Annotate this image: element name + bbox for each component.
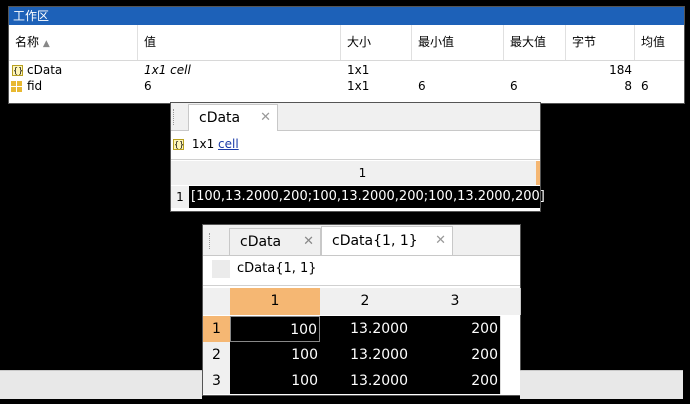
- column-header-bytes[interactable]: 字节: [566, 25, 635, 60]
- corner-header: [203, 288, 230, 315]
- table-cell[interactable]: 100: [230, 368, 320, 394]
- variable-max: 6: [510, 79, 518, 93]
- cell-icon: {}: [12, 65, 24, 76]
- tab-grip[interactable]: [173, 109, 176, 125]
- workspace-header: 名称 ▲ 值 大小 最小值 最大值 字节 均值: [9, 25, 684, 61]
- column-header-max[interactable]: 最大值: [504, 25, 566, 60]
- editor-tab-bar: cData ✕ cData{1, 1} ✕: [203, 225, 520, 256]
- breadcrumb-icon: [212, 260, 230, 278]
- column-header-size[interactable]: 大小: [341, 25, 412, 60]
- variable-value: 6: [144, 79, 152, 93]
- empty-cell[interactable]: [500, 368, 520, 394]
- column-header-mean[interactable]: 均值: [635, 25, 684, 60]
- variable-value: 1x1 cell: [144, 63, 191, 77]
- column-header-1[interactable]: 1: [189, 161, 537, 185]
- table-cell[interactable]: 200: [410, 368, 500, 394]
- empty-cell[interactable]: [500, 316, 520, 342]
- variable-min: 6: [418, 79, 426, 93]
- variable-mean: 6: [641, 79, 649, 93]
- variable-bytes: 184: [609, 63, 632, 77]
- corner-header: [171, 161, 189, 185]
- close-tab-icon[interactable]: ✕: [435, 227, 446, 255]
- cell-icon: {}: [173, 139, 185, 150]
- matrix-icon: [11, 78, 23, 94]
- table-cell[interactable]: 13.2000: [320, 368, 410, 394]
- row-header-2[interactable]: 2: [203, 342, 230, 368]
- column-edge: [536, 161, 540, 185]
- close-tab-icon[interactable]: ✕: [303, 229, 314, 255]
- background-panel-right: [520, 370, 683, 399]
- row-header-1[interactable]: 1: [171, 186, 189, 208]
- variable-size: 1x1: [347, 79, 370, 93]
- workspace-row-cdata[interactable]: {} cData 1x1 cell 1x1 184: [9, 62, 684, 78]
- column-header-empty: [500, 288, 521, 315]
- variable-editor-cdata-1-1: cData ✕ cData{1, 1} ✕ cData{1, 1} 1 2 3 …: [202, 224, 521, 396]
- variable-name: fid: [27, 79, 43, 93]
- table-cell[interactable]: 100: [230, 342, 320, 368]
- variable-size: 1x1: [347, 63, 370, 77]
- table-cell[interactable]: 100: [230, 316, 320, 342]
- column-header-name[interactable]: 名称 ▲: [9, 25, 138, 60]
- table-cell[interactable]: 13.2000: [320, 342, 410, 368]
- editor-tab-bar: cData ✕: [171, 103, 540, 131]
- divider: [171, 159, 540, 160]
- table-cell[interactable]: 200: [410, 342, 500, 368]
- table-cell[interactable]: 13.2000: [320, 316, 410, 342]
- editor-info-bar: {} 1x1 cell: [173, 135, 239, 153]
- row-header-3[interactable]: 3: [203, 368, 230, 394]
- variable-bytes: 8: [624, 79, 632, 93]
- tab-cdata[interactable]: cData ✕: [188, 104, 278, 131]
- cell-type-link[interactable]: cell: [218, 137, 239, 151]
- row-header-1[interactable]: 1: [203, 316, 230, 342]
- variable-name: cData: [27, 63, 63, 77]
- column-header-2[interactable]: 2: [320, 288, 411, 315]
- divider: [203, 285, 520, 286]
- tab-grip[interactable]: [209, 233, 212, 249]
- sort-ascending-icon: ▲: [42, 39, 50, 49]
- column-header-value[interactable]: 值: [138, 25, 341, 60]
- info-size: 1x1: [191, 137, 215, 151]
- variable-editor-cdata: cData ✕ {} 1x1 cell 1 1 [100,13.2000,200…: [170, 102, 545, 212]
- workspace-row-fid[interactable]: fid 6 1x1 6 6 8 6: [9, 78, 684, 94]
- close-tab-icon[interactable]: ✕: [260, 105, 271, 131]
- column-header-1[interactable]: 1: [230, 288, 321, 315]
- breadcrumb[interactable]: cData{1, 1}: [237, 260, 317, 278]
- tab-cdata-1-1[interactable]: cData{1, 1} ✕: [321, 226, 453, 255]
- table-cell[interactable]: 200: [410, 316, 500, 342]
- empty-cell[interactable]: [500, 342, 520, 368]
- column-header-3[interactable]: 3: [410, 288, 501, 315]
- workspace-title: 工作区: [9, 7, 684, 25]
- background-panel-left: [0, 370, 202, 399]
- workspace-panel: 工作区 名称 ▲ 值 大小 最小值 最大值 字节 均值 {} cData 1x1…: [8, 6, 685, 104]
- cell-value[interactable]: [100,13.2000,200;100,13.2000,200;100,13.…: [189, 186, 545, 208]
- column-header-min[interactable]: 最小值: [412, 25, 504, 60]
- tab-cdata[interactable]: cData ✕: [229, 228, 321, 255]
